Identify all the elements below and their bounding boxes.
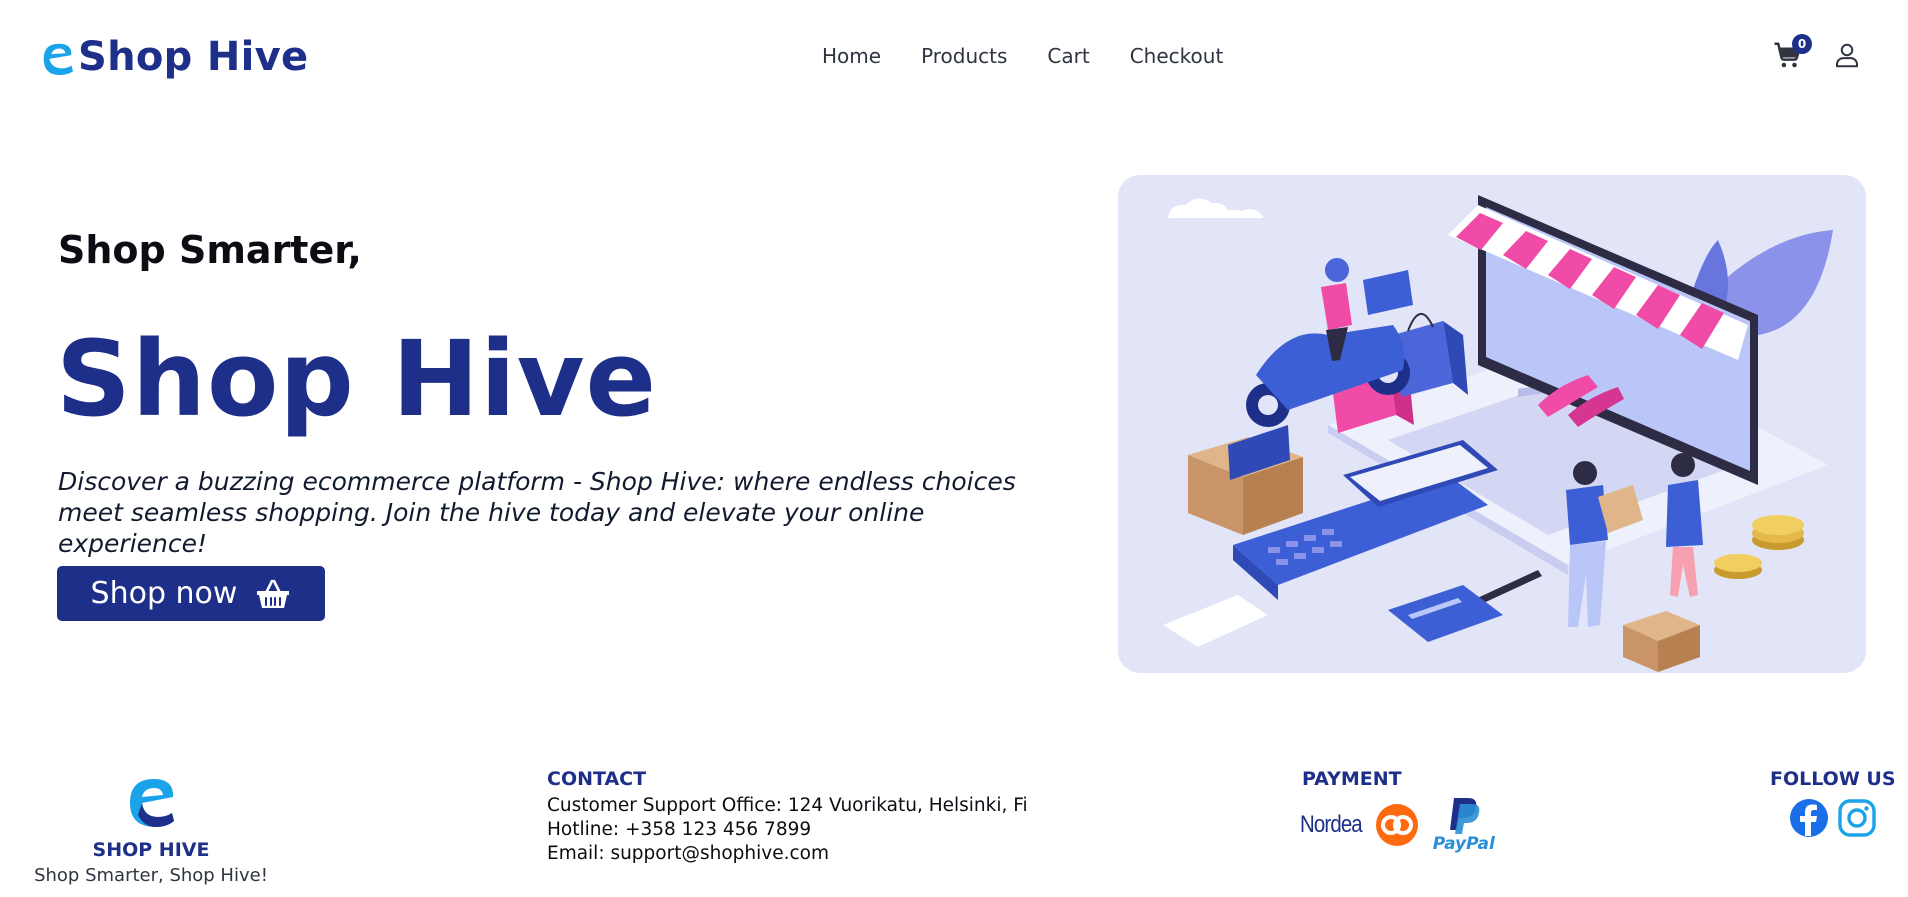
contact-email[interactable]: Email: support@shophive.com	[547, 842, 1028, 866]
hero-illustration	[1118, 175, 1866, 673]
footer-follow: FOLLOW US	[1770, 768, 1896, 838]
op-icon	[1375, 804, 1418, 846]
facebook-icon[interactable]	[1789, 798, 1829, 838]
brand-logo-icon	[43, 43, 74, 76]
basket-icon	[257, 579, 290, 608]
main-nav: Home Products Cart Checkout	[822, 44, 1223, 68]
contact-office: Customer Support Office: 124 Vuorikatu, …	[547, 795, 1028, 816]
brand-logo[interactable]: Shop Hive	[38, 34, 308, 80]
paypal-logo: PayPal	[1433, 796, 1495, 854]
cart-count-badge: 0	[1792, 34, 1812, 54]
nav-checkout[interactable]: Checkout	[1130, 44, 1224, 68]
user-icon	[1836, 43, 1858, 68]
social-links	[1770, 798, 1896, 838]
header-actions: 0	[1772, 34, 1862, 70]
footer-brand: SHOP HIVE Shop Smarter, Shop Hive!	[30, 773, 272, 886]
footer-brand-name: SHOP HIVE	[92, 839, 210, 861]
footer-tagline: Shop Smarter, Shop Hive!	[34, 865, 268, 886]
brand-name: Shop Hive	[78, 34, 309, 80]
cart-button[interactable]: 0	[1772, 34, 1812, 70]
nav-cart[interactable]: Cart	[1047, 44, 1089, 68]
nav-products[interactable]: Products	[921, 44, 1007, 68]
footer-logo-icon	[130, 779, 174, 827]
paypal-text: PayPal	[1432, 834, 1495, 854]
nordea-logo: Nordea	[1300, 811, 1363, 838]
nav-home[interactable]: Home	[822, 44, 881, 68]
footer-payment: PAYMENT Nordea PayPal	[1300, 768, 1495, 854]
shop-now-label: Shop now	[90, 576, 238, 611]
footer-contact: CONTACT Customer Support Office: 124 Vuo…	[547, 768, 1028, 866]
paypal-icon	[1449, 798, 1480, 834]
site-header: Shop Hive Home Products Cart Checkout 0	[0, 0, 1908, 120]
hero-title: Shop Hive	[56, 318, 658, 440]
contact-heading: CONTACT	[547, 768, 647, 790]
shop-now-button[interactable]: Shop now	[57, 566, 325, 621]
payment-heading: PAYMENT	[1302, 768, 1402, 790]
account-button[interactable]	[1832, 40, 1862, 70]
contact-hotline: Hotline: +358 123 456 7899	[547, 819, 812, 840]
payment-logos: Nordea PayPal	[1300, 796, 1495, 854]
instagram-icon[interactable]	[1837, 798, 1877, 838]
hero-description: Discover a buzzing ecommerce platform - …	[58, 467, 1016, 558]
follow-heading: FOLLOW US	[1770, 768, 1896, 790]
hero-subtitle: Shop Smarter,	[58, 228, 362, 272]
